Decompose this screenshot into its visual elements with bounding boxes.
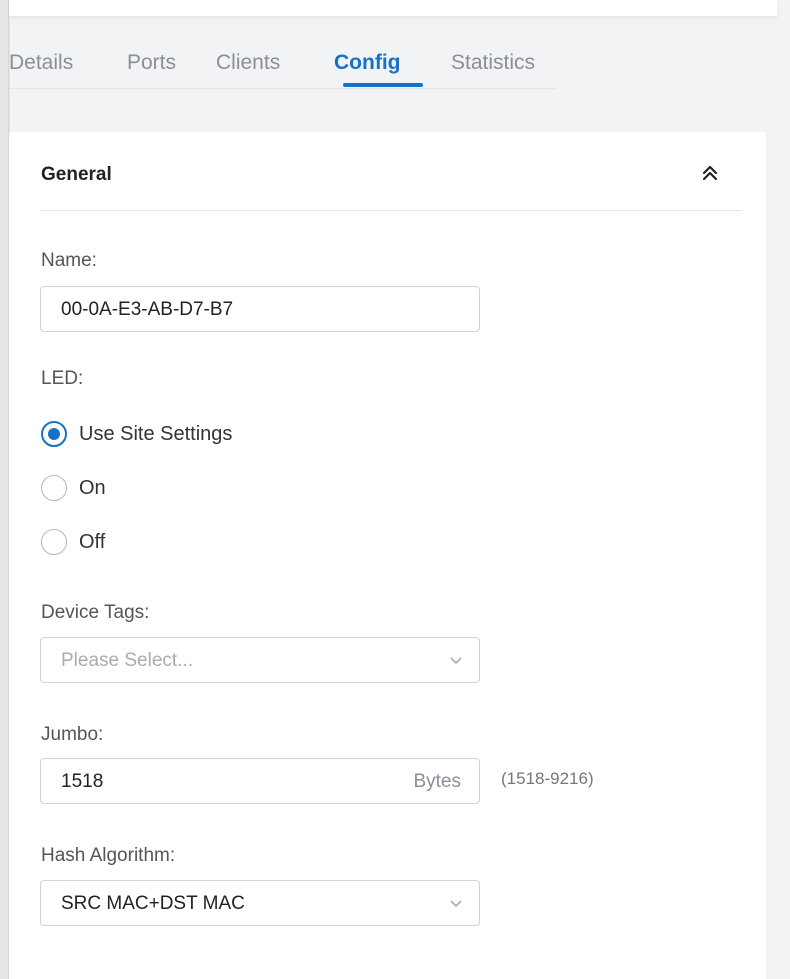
jumbo-unit: Bytes (413, 771, 461, 792)
led-option-label: On (79, 477, 106, 499)
jumbo-range-hint: (1518-9216) (501, 769, 594, 788)
device-tags-label: Device Tags: (41, 602, 150, 623)
section-title-general: General (41, 164, 112, 185)
led-label: LED: (41, 368, 84, 389)
tab-bar: Details Ports Clients Config Statistics (9, 36, 557, 89)
tab-statistics[interactable]: Statistics (451, 51, 535, 75)
double-chevron-up-icon[interactable] (699, 162, 721, 184)
chevron-down-icon (450, 657, 462, 665)
hash-algorithm-select[interactable]: SRC MAC+DST MAC (40, 880, 480, 926)
device-header-card (9, 0, 777, 17)
tab-details[interactable]: Details (9, 51, 73, 75)
led-option-label: Use Site Settings (79, 423, 233, 445)
hash-algorithm-label: Hash Algorithm: (41, 845, 176, 866)
chevron-down-icon (450, 900, 462, 908)
device-tags-select[interactable]: Please Select... (40, 637, 480, 683)
section-divider (40, 210, 742, 211)
radio-unchecked-icon[interactable] (41, 475, 67, 501)
device-tags-placeholder: Please Select... (61, 650, 194, 671)
name-value: 00-0A-E3-AB-D7-B7 (61, 299, 234, 320)
radio-unchecked-icon[interactable] (41, 529, 67, 555)
tab-config[interactable]: Config (334, 51, 400, 75)
tab-ports[interactable]: Ports (127, 51, 176, 75)
jumbo-label: Jumbo: (41, 724, 104, 745)
hash-algorithm-value: SRC MAC+DST MAC (61, 893, 245, 914)
led-option-label: Off (79, 531, 106, 553)
tab-clients[interactable]: Clients (216, 51, 280, 75)
name-label: Name: (41, 250, 97, 271)
active-tab-indicator (343, 83, 423, 87)
jumbo-input[interactable]: 1518 Bytes (40, 758, 480, 804)
radio-checked-icon[interactable] (41, 421, 67, 447)
jumbo-value: 1518 (61, 771, 104, 792)
config-panel: General Name: 00-0A-E3-AB-D7-B7 LED: Use… (9, 132, 766, 979)
name-input[interactable]: 00-0A-E3-AB-D7-B7 (40, 286, 480, 332)
